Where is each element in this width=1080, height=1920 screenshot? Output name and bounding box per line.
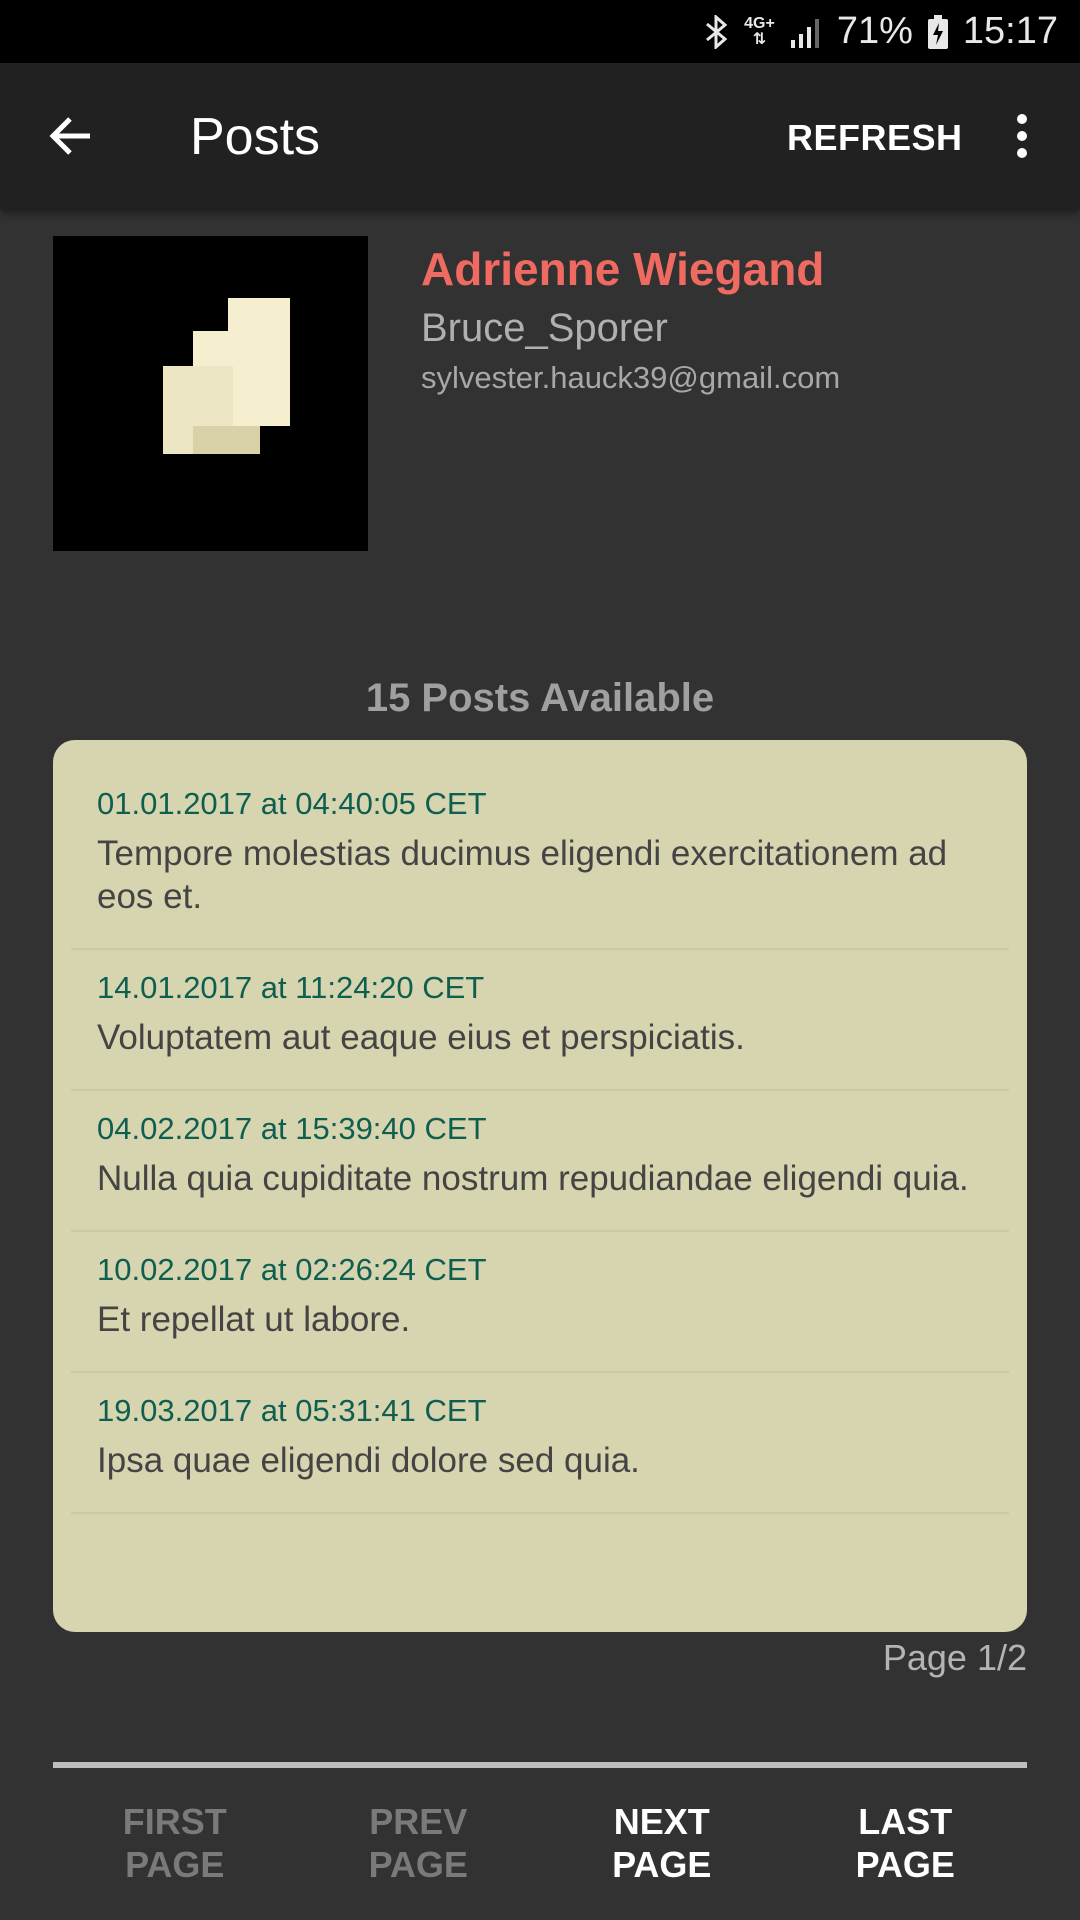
pager: FIRST PAGE PREV PAGE NEXT PAGE LAST PAGE — [53, 1800, 1027, 1886]
post-date: 10.02.2017 at 02:26:24 CET — [97, 1252, 487, 1287]
signal-icon — [789, 16, 823, 48]
list-item[interactable]: 04.02.2017 at 15:39:40 CET Nulla quia cu… — [71, 1091, 1009, 1232]
list-item[interactable]: 19.03.2017 at 05:31:41 CET Ipsa quae eli… — [71, 1373, 1009, 1514]
page-title: Posts — [190, 108, 321, 166]
post-text: Et repellat ut labore. — [97, 1300, 411, 1339]
post-text: Nulla quia cupiditate nostrum repudianda… — [97, 1159, 969, 1198]
app-bar: Posts REFRESH — [0, 63, 1080, 209]
last-page-button[interactable]: LAST PAGE — [784, 1800, 1028, 1886]
post-text: Tempore molestias ducimus eligendi exerc… — [97, 834, 948, 916]
refresh-button[interactable]: REFRESH — [787, 117, 963, 159]
list-item[interactable]: 10.02.2017 at 02:26:24 CET Et repellat u… — [71, 1232, 1009, 1373]
first-page-button[interactable]: FIRST PAGE — [53, 1800, 297, 1886]
list-item[interactable]: 14.01.2017 at 11:24:20 CET Voluptatem au… — [71, 950, 1009, 1091]
network-type: 4G+ — [744, 14, 775, 32]
post-text: Ipsa quae eligendi dolore sed quia. — [97, 1441, 640, 1480]
data-arrows-icon: ⇅ — [752, 30, 767, 48]
user-handle: Bruce_Sporer — [421, 306, 668, 350]
battery-charging-icon — [927, 14, 949, 49]
post-date: 04.02.2017 at 15:39:40 CET — [97, 1111, 487, 1146]
network-icon: 4G+ ⇅ — [744, 14, 775, 48]
list-item[interactable]: 01.01.2017 at 04:40:05 CET Tempore moles… — [71, 766, 1009, 950]
pager-divider — [53, 1762, 1027, 1768]
post-date: 14.01.2017 at 11:24:20 CET — [97, 970, 485, 1005]
post-date: 01.01.2017 at 04:40:05 CET — [97, 786, 487, 821]
page-indicator: Page 1/2 — [882, 1637, 1027, 1678]
user-name: Adrienne Wiegand — [421, 243, 825, 295]
post-date: 19.03.2017 at 05:31:41 CET — [97, 1393, 487, 1428]
clock: 15:17 — [962, 10, 1058, 52]
avatar — [53, 236, 368, 551]
avatar-image — [163, 298, 290, 454]
next-page-button[interactable]: NEXT PAGE — [540, 1800, 784, 1886]
user-email: sylvester.hauck39@gmail.com — [421, 360, 841, 395]
back-arrow-icon[interactable] — [44, 109, 104, 163]
posts-count: 15 Posts Available — [365, 676, 715, 720]
bluetooth-icon — [704, 14, 730, 49]
post-text: Voluptatem aut eaque eius et perspiciati… — [97, 1018, 745, 1057]
prev-page-button[interactable]: PREV PAGE — [297, 1800, 541, 1886]
more-options-icon[interactable] — [1004, 111, 1040, 161]
status-bar: 4G+ ⇅ 71% 15:17 — [0, 0, 1080, 63]
posts-list: 01.01.2017 at 04:40:05 CET Tempore moles… — [53, 740, 1027, 1632]
battery-percent: 71% — [836, 10, 913, 52]
